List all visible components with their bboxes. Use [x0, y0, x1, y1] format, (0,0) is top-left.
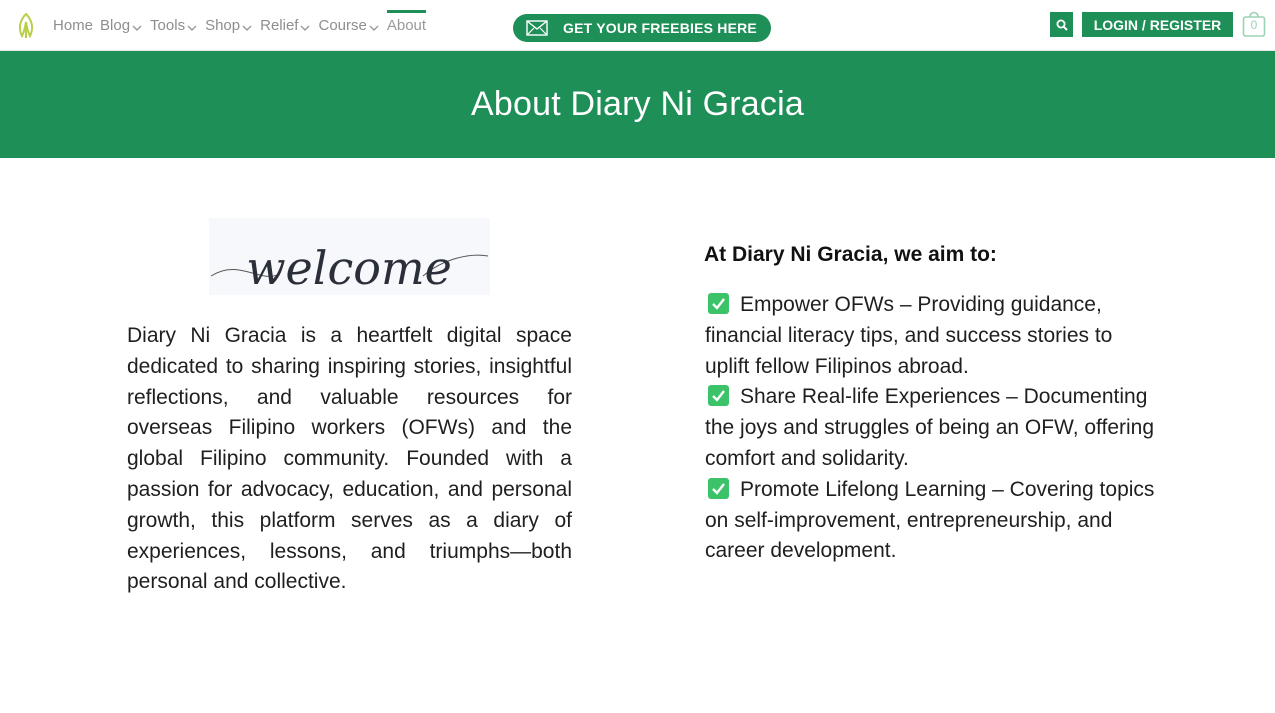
check-mark-icon — [708, 385, 729, 407]
aim-text: Empower OFWs – Providing guidance, finan… — [705, 293, 1113, 378]
list-item: Promote Lifelong Learning – Covering top… — [705, 475, 1160, 567]
freebies-label: GET YOUR FREEBIES HERE — [563, 20, 757, 36]
main-nav: Home Blog Tools Shop Relief Course About — [53, 0, 433, 51]
nav-blog[interactable]: Blog — [100, 0, 143, 51]
aim-text: Promote Lifelong Learning – Covering top… — [705, 477, 1155, 563]
nav-shop[interactable]: Shop — [205, 0, 253, 51]
svg-text:welcome: welcome — [246, 241, 452, 295]
chevron-down-icon — [187, 25, 197, 31]
cart-button[interactable]: 0 — [1242, 8, 1266, 38]
cart-count: 0 — [1250, 18, 1258, 32]
nav-about[interactable]: About — [386, 0, 427, 51]
nav-relief-label: Relief — [260, 17, 299, 34]
check-mark-icon — [708, 477, 729, 499]
leaf-logo-icon[interactable] — [14, 10, 38, 40]
welcome-script-graphic: welcome — [210, 241, 489, 295]
list-item: Share Real-life Experiences – Documentin… — [705, 382, 1160, 474]
check-mark-icon — [708, 293, 729, 314]
list-item: Empower OFWs – Providing guidance, finan… — [705, 290, 1160, 382]
search-button[interactable] — [1050, 12, 1073, 37]
chevron-down-icon — [242, 25, 252, 31]
nav-tools[interactable]: Tools — [150, 0, 198, 51]
nav-blog-label: Blog — [100, 17, 131, 34]
chevron-down-icon — [300, 25, 310, 31]
welcome-image: welcome — [209, 218, 490, 295]
search-icon — [1056, 19, 1068, 31]
nav-about-label: About — [386, 17, 427, 34]
nav-relief[interactable]: Relief — [260, 0, 311, 51]
chevron-down-icon — [369, 25, 379, 31]
nav-course[interactable]: Course — [318, 0, 379, 51]
site-header: Home Blog Tools Shop Relief Course About — [0, 0, 1275, 51]
page-hero: About Diary Ni Gracia — [0, 51, 1275, 158]
nav-shop-label: Shop — [205, 17, 241, 34]
chevron-down-icon — [132, 25, 142, 31]
nav-home[interactable]: Home — [53, 0, 93, 51]
intro-paragraph: Diary Ni Gracia is a heartfelt digital s… — [127, 324, 572, 594]
freebies-button[interactable]: GET YOUR FREEBIES HERE — [513, 14, 771, 42]
aim-text: Share Real-life Experiences – Documentin… — [705, 385, 1155, 470]
aims-list: Empower OFWs – Providing guidance, finan… — [705, 290, 1160, 567]
nav-tools-label: Tools — [150, 17, 186, 34]
page-title: About Diary Ni Gracia — [471, 85, 804, 123]
nav-home-label: Home — [53, 17, 94, 34]
nav-course-label: Course — [318, 17, 367, 34]
aims-heading: At Diary Ni Gracia, we aim to: — [704, 243, 997, 266]
mail-icon — [526, 20, 548, 36]
login-register-label: LOGIN / REGISTER — [1093, 16, 1222, 33]
login-register-button[interactable]: LOGIN / REGISTER — [1082, 12, 1233, 37]
